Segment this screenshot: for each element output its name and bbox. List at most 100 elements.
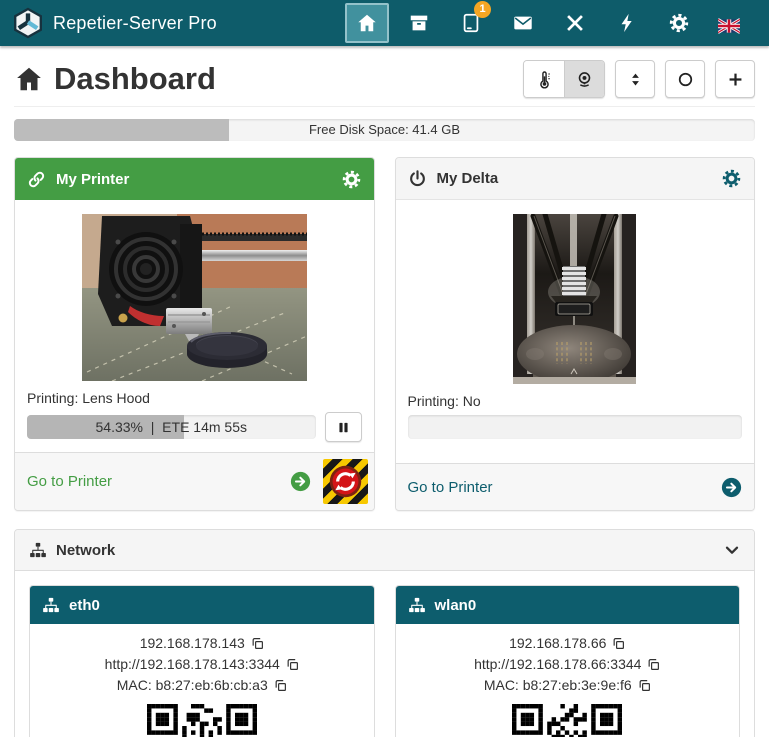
nav-home-button[interactable]: [345, 3, 389, 43]
printer-card-my-delta: My Delta: [395, 157, 756, 511]
server-url: http://192.168.178.66:3344: [474, 654, 641, 675]
emergency-stop-icon: [327, 463, 364, 500]
app-title: Repetier-Server Pro: [53, 13, 217, 34]
network-panel-header[interactable]: Network: [15, 530, 754, 570]
sitemap-icon: [408, 596, 426, 614]
circle-filter-button[interactable]: [665, 60, 705, 98]
url-line: http://192.168.178.66:3344: [404, 654, 732, 675]
copy-icon[interactable]: [274, 679, 287, 692]
mac-line: MAC: b8:27:eb:6b:cb:a3: [38, 675, 366, 696]
nav-power-button[interactable]: [605, 3, 649, 43]
network-card-header: wlan0: [396, 586, 740, 624]
arrow-right-circle-icon[interactable]: [290, 471, 311, 492]
nav-printers-button[interactable]: [397, 3, 441, 43]
circle-icon: [676, 70, 695, 89]
go-to-printer-link[interactable]: Go to Printer: [27, 473, 112, 490]
link-icon: [27, 170, 46, 189]
home-icon: [14, 64, 44, 94]
free-disk-space-bar: Free Disk Space: 41.4 GB: [14, 119, 755, 141]
printer-cards-row: My Printer: [14, 157, 755, 511]
notification-badge: 1: [474, 1, 491, 18]
webcam-image-my-printer[interactable]: [27, 210, 362, 383]
arrow-right-circle-icon[interactable]: [721, 477, 742, 498]
server-url: http://192.168.178.143:3344: [105, 654, 280, 675]
brand-logo-link[interactable]: Repetier-Server Pro: [12, 7, 217, 39]
copy-icon[interactable]: [612, 637, 625, 650]
printer-card-footer: Go to Printer: [396, 463, 755, 510]
printer-name: My Printer: [56, 171, 129, 188]
page-header: Dashboard: [14, 60, 755, 98]
chevron-down-icon[interactable]: [724, 542, 740, 558]
url-line: http://192.168.178.143:3344: [38, 654, 366, 675]
printer-card-my-printer: My Printer: [14, 157, 375, 511]
print-progress-row: [408, 415, 743, 439]
printer-name: My Delta: [437, 170, 499, 187]
printer-card-body: Printing: No: [396, 200, 755, 449]
printer-settings-button[interactable]: [721, 168, 742, 189]
pause-icon: [336, 420, 351, 435]
interface-name: wlan0: [435, 597, 477, 614]
network-card-body: 192.168.178.143 http://192.168.178.143:3…: [30, 624, 374, 737]
qr-code: [38, 704, 366, 737]
webcam-image-my-delta[interactable]: [408, 210, 743, 386]
page-title: Dashboard: [14, 61, 216, 97]
ip-address: 192.168.178.143: [140, 633, 245, 654]
network-panel-body: eth0 192.168.178.143 http://192.168.178.…: [15, 570, 754, 737]
home-icon: [356, 12, 378, 34]
printer-card-header: My Printer: [15, 158, 374, 200]
updown-arrows-icon: [626, 70, 645, 89]
nav-settings-button[interactable]: [657, 3, 701, 43]
ip-line: 192.168.178.143: [38, 633, 366, 654]
mac-address: MAC: b8:27:eb:3e:9e:f6: [484, 675, 632, 696]
printer-card-footer: Go to Printer: [15, 452, 374, 510]
mail-icon: [512, 12, 534, 34]
print-progress-row: 54.33% | ETE 14m 55s: [27, 412, 362, 442]
pause-button[interactable]: [325, 412, 362, 442]
repetier-logo-icon: [12, 7, 44, 39]
bolt-icon: [616, 12, 638, 34]
top-navbar: Repetier-Server Pro 1: [0, 0, 769, 46]
nav-connections-button[interactable]: [553, 3, 597, 43]
sitemap-icon: [42, 596, 60, 614]
resize-panels-button[interactable]: [615, 60, 655, 98]
print-progress-bar: [408, 415, 743, 439]
copy-icon[interactable]: [286, 658, 299, 671]
navbar-icons: 1: [345, 3, 757, 43]
crossed-arrows-icon: [564, 12, 586, 34]
go-to-printer-link[interactable]: Go to Printer: [408, 479, 493, 496]
interface-name: eth0: [69, 597, 100, 614]
header-toolbar: [523, 60, 755, 98]
network-panel: Network eth0 192.168.178.143: [14, 529, 755, 737]
nav-messages-button[interactable]: [501, 3, 545, 43]
power-icon: [408, 169, 427, 188]
gear-icon: [668, 12, 690, 34]
network-card-header: eth0: [30, 586, 374, 624]
webcam-icon: [575, 70, 594, 89]
main-content: Dashboard: [0, 46, 769, 737]
network-panel-title: Network: [56, 542, 115, 559]
ip-address: 192.168.178.66: [509, 633, 606, 654]
printer-card-body: Printing: Lens Hood 54.33% | ETE 14m 55s: [15, 200, 374, 452]
webcam-view-button[interactable]: [564, 61, 604, 97]
header-divider: [14, 106, 755, 107]
nav-language-button[interactable]: [709, 3, 753, 43]
network-card-eth0: eth0 192.168.178.143 http://192.168.178.…: [29, 585, 375, 737]
disk-bar-label: Free Disk Space: 41.4 GB: [14, 119, 755, 141]
plus-icon: [726, 70, 745, 89]
print-progress-label: 54.33% | ETE 14m 55s: [27, 415, 316, 439]
temperature-view-button[interactable]: [524, 61, 564, 97]
sitemap-icon: [29, 541, 47, 559]
copy-icon[interactable]: [251, 637, 264, 650]
uk-flag-icon: [718, 15, 744, 31]
add-printer-button[interactable]: [715, 60, 755, 98]
nav-touch-ui-button[interactable]: 1: [449, 3, 493, 43]
copy-icon[interactable]: [647, 658, 660, 671]
mac-address: MAC: b8:27:eb:6b:cb:a3: [117, 675, 268, 696]
network-card-body: 192.168.178.66 http://192.168.178.66:334…: [396, 624, 740, 737]
printing-status: Printing: Lens Hood: [27, 390, 362, 406]
printer-card-header: My Delta: [396, 158, 755, 200]
ip-line: 192.168.178.66: [404, 633, 732, 654]
copy-icon[interactable]: [638, 679, 651, 692]
emergency-stop-button[interactable]: [323, 459, 368, 504]
printer-settings-button[interactable]: [341, 169, 362, 190]
